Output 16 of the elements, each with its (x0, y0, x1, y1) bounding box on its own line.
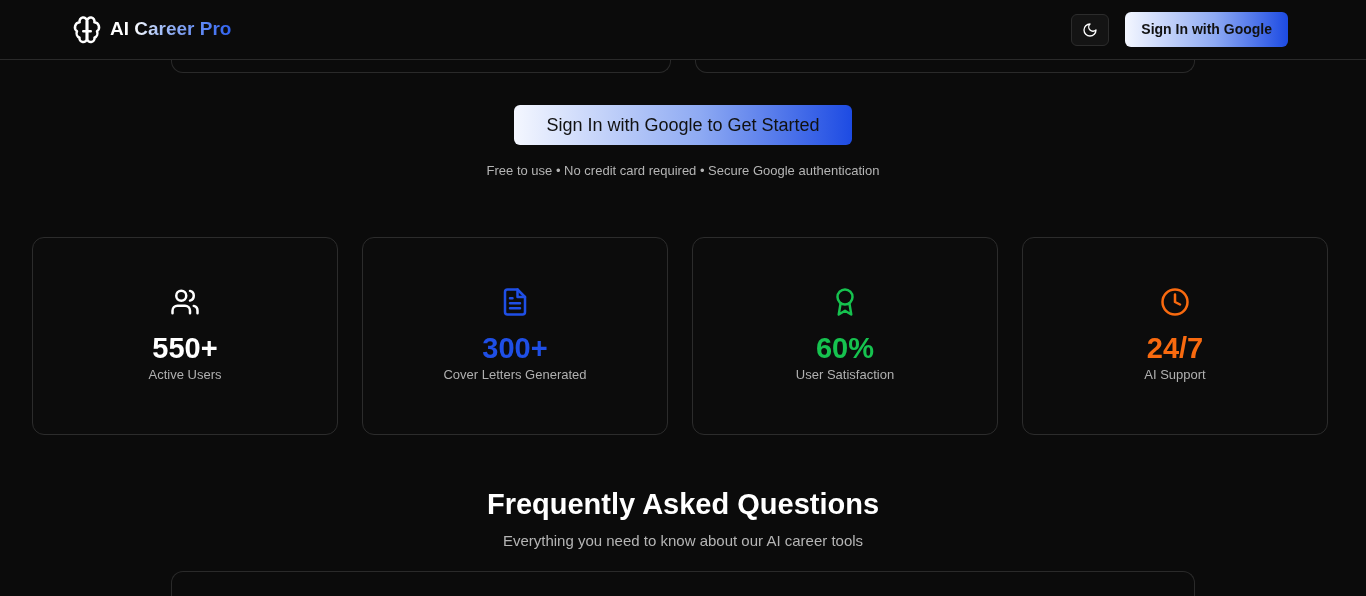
stat-label: Cover Letters Generated (443, 365, 587, 384)
get-started-button[interactable]: Sign In with Google to Get Started (514, 105, 852, 145)
section-subtitle: Everything you need to know about our AI career tools (502, 531, 864, 551)
stat-label: Active Users (148, 365, 222, 384)
theme-toggle-button[interactable] (1071, 13, 1110, 46)
sign-in-button[interactable]: Sign In with Google (1125, 12, 1288, 47)
stat-label: AI Support (1144, 365, 1206, 384)
section-title: Frequently Asked Questions (486, 486, 880, 522)
info-text: Free to use • No credit card required • Secure Google authentication (486, 162, 880, 180)
moon-icon (1082, 21, 1099, 38)
stat-value: 24/7 (1146, 332, 1204, 365)
stat-label: User Satisfaction (795, 365, 895, 384)
stat-value: 300+ (482, 332, 548, 365)
stat-value: 550+ (152, 332, 218, 365)
stat-value: 60% (815, 332, 874, 365)
brain-icon (72, 14, 102, 45)
